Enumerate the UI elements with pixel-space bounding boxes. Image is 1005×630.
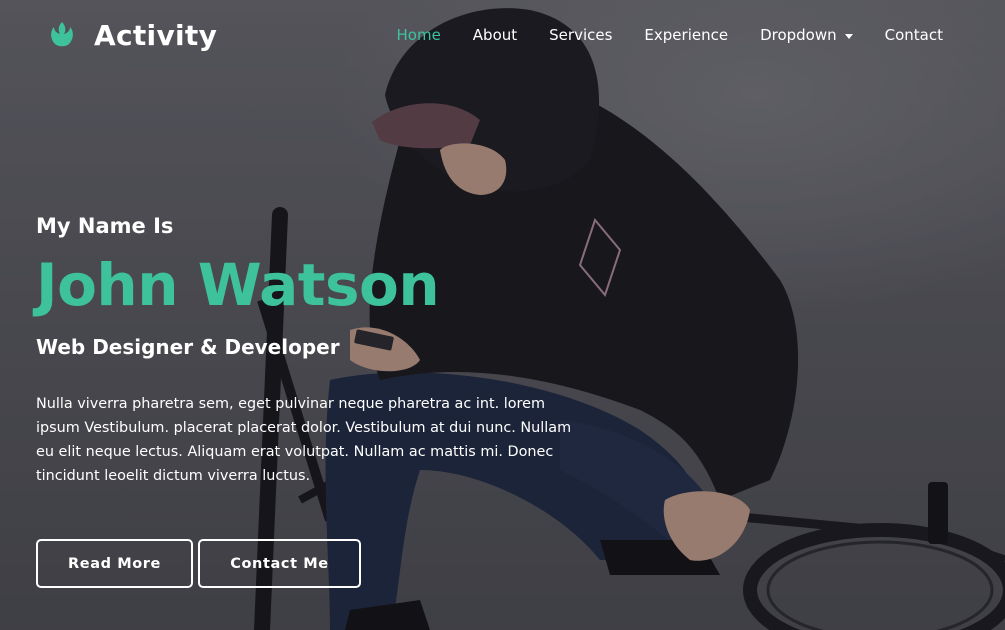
nav-item-label: Dropdown — [760, 26, 837, 44]
navbar: Activity Home About Services Experience … — [0, 0, 1005, 70]
hero-intro: My Name Is — [36, 214, 174, 238]
nav-item-contact[interactable]: Contact — [869, 26, 959, 44]
caret-down-icon — [844, 33, 853, 39]
nav-item-home[interactable]: Home — [381, 26, 457, 44]
nav-item-label: Experience — [644, 26, 729, 44]
hero-actions: Read More Contact Me — [36, 539, 361, 588]
nav-menu: Home About Services Experience Dropdown … — [381, 26, 960, 44]
rebel-alliance-icon — [51, 22, 73, 47]
nav-item-label: Services — [549, 26, 613, 44]
nav-item-label: Contact — [884, 26, 943, 44]
hero-content: My Name Is John Watson Web Designer & De… — [36, 214, 596, 488]
hero-role: Web Designer & Developer — [36, 335, 340, 359]
nav-item-services[interactable]: Services — [533, 26, 628, 44]
brand-name: Activity — [94, 18, 218, 52]
hero-name: John Watson — [36, 251, 440, 319]
contact-me-button[interactable]: Contact Me — [198, 539, 361, 588]
nav-item-label: Home — [396, 26, 441, 44]
read-more-button[interactable]: Read More — [36, 539, 193, 588]
nav-item-about[interactable]: About — [457, 26, 533, 44]
nav-item-label: About — [472, 26, 518, 44]
hero-bio: Nulla viverra pharetra sem, eget pulvina… — [36, 396, 572, 484]
brand[interactable]: Activity — [46, 19, 217, 52]
nav-item-dropdown[interactable]: Dropdown — [744, 26, 869, 44]
nav-item-experience[interactable]: Experience — [628, 26, 744, 44]
